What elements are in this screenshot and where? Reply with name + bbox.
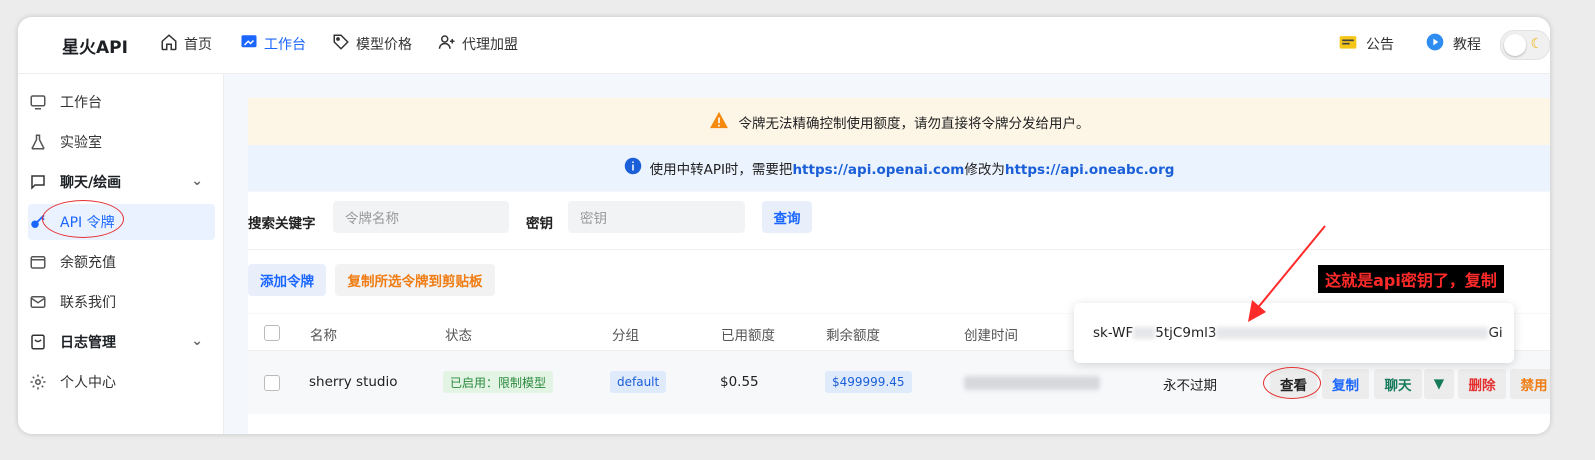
status-badge: 已启用：限制模型 — [443, 371, 554, 393]
info-middle: 修改为 — [964, 162, 1005, 178]
sidebar-item-logs[interactable]: 日志管理 ⌄ — [28, 324, 215, 360]
chevron-down-icon: ⌄ — [191, 173, 203, 189]
api-key-suffix: Gi — [1488, 325, 1503, 341]
sidebar-item-chat[interactable]: 聊天/绘画 ⌄ — [28, 164, 215, 200]
sidebar-item-label: 日志管理 — [60, 335, 116, 351]
warning-icon — [709, 111, 729, 133]
created-time-redacted — [964, 376, 1100, 390]
header-created: 创建时间 — [964, 328, 1018, 344]
api-key-text[interactable]: sk-WF 5tjC9ml3 Gi — [1093, 325, 1503, 341]
sidebar-item-label: 实验室 — [60, 135, 102, 151]
tutorial-label: 教程 — [1453, 37, 1481, 53]
sidebar-item-label: 余额充值 — [60, 255, 116, 271]
announcement-button[interactable]: 公告 — [1338, 33, 1394, 55]
nav-model-pricing[interactable]: 模型价格 — [332, 33, 412, 55]
tutorial-button[interactable]: 教程 — [1425, 33, 1481, 55]
sidebar-item-recharge[interactable]: 余额充值 — [28, 244, 215, 280]
warning-banner: 令牌无法精确控制使用额度，请勿直接将令牌分发给用户。 — [248, 98, 1550, 145]
keyword-label: 搜索关键字 — [248, 216, 316, 232]
highlight-ellipse-view — [1263, 367, 1321, 399]
nav-home-label: 首页 — [184, 37, 212, 53]
sidebar-item-contact[interactable]: 联系我们 — [28, 284, 215, 320]
annotation-arrow — [1248, 225, 1326, 322]
nav-home[interactable]: 首页 — [160, 33, 212, 55]
header-remaining: 剩余额度 — [826, 328, 880, 344]
copy-button[interactable]: 复制 — [1322, 369, 1369, 399]
filter-bar: 搜索关键字 令牌名称 密钥 密钥 查询 — [248, 192, 1550, 249]
chat-button[interactable]: 聊天 — [1374, 369, 1422, 399]
highlight-ellipse-api-token — [42, 200, 124, 238]
select-all-checkbox[interactable] — [264, 325, 280, 341]
info-link-oneabc[interactable]: https://api.oneabc.org — [1005, 162, 1175, 178]
user-plus-icon — [438, 33, 456, 55]
nav-pricing-label: 模型价格 — [356, 37, 412, 53]
copy-selected-button[interactable]: 复制所选令牌到剪贴板 — [335, 264, 495, 296]
header-status: 状态 — [445, 328, 472, 344]
nav-agent-label: 代理加盟 — [462, 37, 518, 53]
home-icon — [160, 33, 178, 55]
log-icon — [28, 332, 48, 352]
sidebar-item-label: 聊天/绘画 — [60, 175, 122, 191]
sidebar-item-profile[interactable]: 个人中心 — [28, 364, 215, 400]
mail-icon — [28, 292, 48, 312]
dashboard-icon — [240, 33, 258, 55]
monitor-icon — [28, 92, 48, 112]
sidebar-item-lab[interactable]: 实验室 — [28, 124, 215, 160]
key-input[interactable]: 密钥 — [568, 201, 745, 233]
chat-dropdown-button[interactable]: ▼ — [1424, 369, 1454, 399]
remaining-quota: $499999.45 — [825, 371, 912, 393]
info-banner: 使用中转API时，需要把https://api.openai.com修改为htt… — [248, 145, 1550, 191]
info-prefix: 使用中转API时，需要把 — [649, 162, 793, 178]
tag-icon — [332, 33, 350, 55]
header-group: 分组 — [612, 328, 639, 344]
toggle-knob — [1504, 34, 1526, 56]
announcement-label: 公告 — [1366, 37, 1394, 53]
row-checkbox[interactable] — [264, 375, 280, 391]
nav-dashboard-label: 工作台 — [264, 37, 306, 53]
announcement-icon — [1338, 32, 1358, 56]
next-table-row — [248, 414, 1550, 434]
info-link-openai[interactable]: https://api.openai.com — [792, 162, 964, 178]
api-key-middle: 5tjC9ml3 — [1155, 325, 1217, 341]
used-quota: $0.55 — [720, 374, 759, 390]
top-navbar: 星火API 首页 工作台 模型价格 代理加盟 公告 教程 ☾ — [18, 17, 1550, 74]
nav-dashboard[interactable]: 工作台 — [240, 33, 306, 55]
sidebar-item-label: 个人中心 — [60, 375, 116, 391]
info-text: 使用中转API时，需要把https://api.openai.com修改为htt… — [650, 158, 1175, 178]
header-name: 名称 — [310, 328, 337, 344]
api-key-prefix: sk-WF — [1093, 325, 1134, 341]
api-key-redacted-1 — [1133, 327, 1156, 339]
info-icon — [624, 157, 642, 179]
main-content: 令牌无法精确控制使用额度，请勿直接将令牌分发给用户。 使用中转API时，需要把h… — [224, 74, 1550, 434]
gear-icon — [28, 372, 48, 392]
brand-logo[interactable]: 星火API — [62, 33, 128, 58]
sidebar-item-dashboard[interactable]: 工作台 — [28, 84, 215, 120]
play-icon — [1425, 32, 1445, 56]
moon-icon: ☾ — [1530, 36, 1543, 52]
wallet-icon — [28, 252, 48, 272]
keyword-input[interactable]: 令牌名称 — [333, 201, 509, 233]
warning-text: 令牌无法精确控制使用额度，请勿直接将令牌分发给用户。 — [738, 115, 1090, 132]
expiry-time: 永不过期 — [1163, 378, 1217, 394]
header-used: 已用额度 — [721, 328, 775, 344]
api-key-redacted-2 — [1216, 327, 1489, 339]
add-token-button[interactable]: 添加令牌 — [248, 264, 326, 296]
search-button[interactable]: 查询 — [762, 201, 812, 233]
key-label: 密钥 — [526, 216, 553, 232]
flask-icon — [28, 132, 48, 152]
sidebar-item-label: 工作台 — [60, 95, 102, 111]
token-name: sherry studio — [309, 374, 398, 390]
delete-button[interactable]: 删除 — [1458, 369, 1506, 399]
sidebar: 工作台 实验室 聊天/绘画 ⌄ API 令牌 余额充值 联系我们 日志管理 ⌄ … — [18, 74, 224, 434]
chat-icon — [28, 172, 48, 192]
annotation-label: 这就是api密钥了，复制 — [1318, 265, 1504, 293]
theme-toggle[interactable]: ☾ — [1500, 30, 1550, 60]
caret-down-icon: ▼ — [1433, 376, 1445, 392]
chevron-down-icon: ⌄ — [191, 333, 203, 349]
nav-agent[interactable]: 代理加盟 — [438, 33, 518, 55]
group-badge: default — [610, 371, 667, 393]
sidebar-item-label: 联系我们 — [60, 295, 116, 311]
disable-button[interactable]: 禁用 — [1510, 369, 1550, 399]
